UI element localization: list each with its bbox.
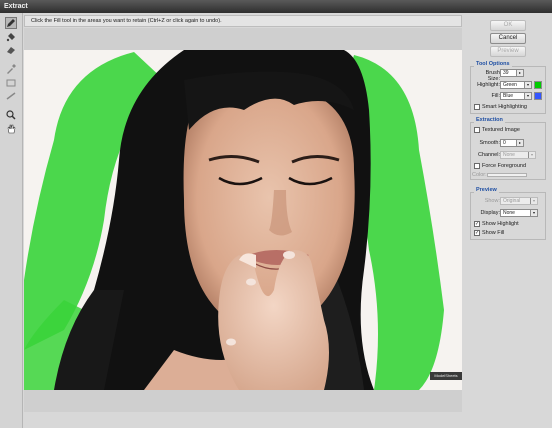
fill-tool[interactable] — [5, 31, 17, 43]
preview-title: Preview — [474, 187, 499, 193]
highlight-select[interactable]: Green ▾ — [500, 81, 532, 89]
smart-highlighting-label: Smart Highlighting — [482, 104, 527, 110]
channel-value: None — [503, 152, 515, 158]
show-fill-checkbox[interactable]: ✓ — [474, 230, 480, 236]
channel-select[interactable]: None ▾ — [500, 151, 536, 159]
fill-color-swatch[interactable] — [534, 92, 542, 100]
show-highlight-checkbox[interactable]: ✓ — [474, 221, 480, 227]
paint-bucket-icon — [6, 33, 15, 42]
show-fill-label: Show Fill — [482, 230, 505, 236]
tool-options-title: Tool Options — [474, 61, 512, 67]
display-select[interactable]: None ▾ — [500, 209, 538, 217]
fill-label: Fill: — [491, 93, 500, 99]
channel-label: Channel: — [477, 152, 500, 158]
cancel-button[interactable]: Cancel — [490, 33, 526, 44]
chevron-down-icon: ▾ — [524, 93, 531, 99]
highlight-label: Highlight: — [477, 82, 500, 88]
smooth-value: 0 — [503, 140, 506, 146]
window-title: Extract — [0, 0, 552, 13]
force-foreground-label: Force Foreground — [482, 163, 527, 169]
textured-image-checkbox[interactable] — [474, 127, 480, 133]
preview-button[interactable]: Preview — [490, 46, 526, 57]
zoom-tool[interactable] — [5, 109, 17, 121]
instructions-bar: Click the Fill tool in the areas you wan… — [24, 15, 462, 27]
chevron-down-icon: ▾ — [524, 82, 531, 88]
force-foreground-checkbox[interactable] — [474, 163, 480, 169]
magnifier-icon — [6, 110, 16, 120]
eyedropper-icon — [7, 64, 16, 74]
smooth-input[interactable]: 0 ▸ — [500, 139, 524, 147]
force-color-swatch[interactable] — [487, 173, 527, 177]
touchup-icon — [6, 92, 16, 100]
display-label: Display: — [480, 210, 500, 216]
fill-value: Blue — [503, 93, 514, 99]
display-value: None — [503, 210, 515, 216]
show-select[interactable]: Original ▾ — [500, 197, 538, 205]
cleanup-tool[interactable] — [5, 77, 17, 89]
brush-size-slider-toggle[interactable]: ▸ — [516, 70, 523, 76]
extraction-title: Extraction — [474, 117, 505, 123]
chevron-down-icon: ▾ — [528, 152, 535, 158]
show-label: Show: — [484, 198, 500, 204]
eyedropper-tool[interactable] — [5, 63, 17, 75]
edge-touchup-tool[interactable] — [5, 90, 17, 102]
brush-size-value: 39 — [503, 70, 509, 76]
smooth-slider-toggle[interactable]: ▸ — [516, 140, 523, 146]
watermark: ModelSheets — [430, 372, 462, 380]
fill-select[interactable]: Blue ▾ — [500, 92, 532, 100]
eraser-tool[interactable] — [5, 44, 17, 56]
chevron-down-icon: ▾ — [530, 198, 537, 204]
chevron-down-icon: ▾ — [530, 210, 537, 216]
ok-button[interactable]: OK — [490, 20, 526, 31]
cleanup-icon — [6, 79, 16, 87]
hand-tool[interactable] — [5, 123, 17, 135]
edge-highlighter-tool[interactable] — [5, 17, 17, 29]
color-label: Color: — [472, 172, 487, 178]
extract-photo — [24, 50, 462, 390]
hand-icon — [7, 124, 16, 134]
smooth-label: Smooth: — [479, 140, 500, 146]
highlight-value: Green — [503, 82, 517, 88]
textured-image-label: Textured Image — [482, 127, 520, 133]
brush-size-input[interactable]: 39 ▸ — [500, 69, 524, 77]
smart-highlighting-checkbox[interactable] — [474, 104, 480, 110]
highlight-color-swatch[interactable] — [534, 81, 542, 89]
brush-size-label: Brush Size: — [485, 70, 500, 82]
show-highlight-label: Show Highlight — [482, 221, 519, 227]
show-value: Original — [503, 198, 521, 204]
pencil-icon — [7, 19, 15, 27]
toolbar — [0, 13, 23, 428]
eraser-icon — [7, 47, 15, 54]
image-preview[interactable] — [24, 50, 462, 390]
